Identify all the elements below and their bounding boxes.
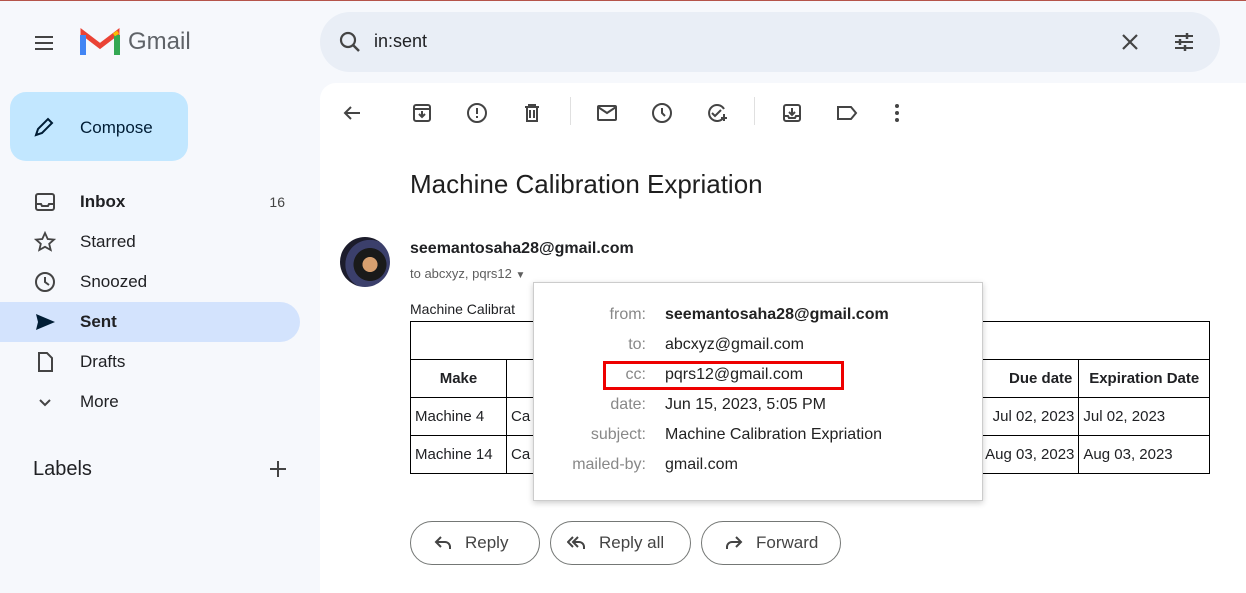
detail-mailed-by: mailed-by: gmail.com [572,456,738,473]
sidebar-item-inbox[interactable]: Inbox 16 [0,182,300,222]
reply-all-button[interactable]: Reply all [550,521,691,565]
sidebar-item-drafts[interactable]: Drafts [0,342,300,382]
move-to-icon[interactable] [780,101,804,125]
header-make: Make [410,359,507,398]
header-due-date: Due date [980,359,1080,398]
reply-all-icon [567,536,585,549]
sidebar-item-label: Starred [80,232,136,251]
app-name: Gmail [128,28,191,55]
sidebar-item-more[interactable]: More [0,382,300,422]
cell-make: Machine 14 [410,435,507,474]
sender-email: seemantosaha28@gmail.com [410,240,634,257]
archive-icon[interactable] [410,101,434,125]
sidebar-item-starred[interactable]: Starred [0,222,300,262]
search-icon[interactable] [338,30,362,54]
gmail-m-icon [80,27,120,55]
cell-expiration-date: Jul 02, 2023 [1078,397,1210,436]
clock-icon [35,272,55,292]
reply-button[interactable]: Reply [410,521,540,565]
chevron-down-icon [39,399,51,407]
forward-icon [726,536,743,549]
pencil-icon [34,117,54,137]
forward-button[interactable]: Forward [701,521,841,565]
sidebar-item-sent[interactable]: Sent [0,302,300,342]
header-expiration-date: Expiration Date [1078,359,1210,398]
label-icon[interactable] [835,101,859,125]
delete-icon[interactable] [520,101,544,125]
add-to-tasks-icon[interactable] [705,101,729,125]
inbox-icon [35,193,55,211]
recipients-summary[interactable]: to abcxyz, pqrs12 ▼ [410,266,525,281]
cell-expiration-date: Aug 03, 2023 [1078,435,1210,474]
back-arrow-icon[interactable] [340,101,364,125]
detail-from: from: seemantosaha28@gmail.com [609,306,889,323]
reply-icon [434,536,451,549]
detail-subject: subject: Machine Calibration Expriation [590,426,882,443]
cc-highlight-box [603,361,844,390]
sidebar-item-label: Inbox [80,192,126,211]
cell-make: Machine 4 [410,397,507,436]
cell-due-date: Jul 02, 2023 [980,397,1080,436]
reply-label: Reply [465,533,509,552]
forward-label: Forward [756,533,819,552]
add-label-icon[interactable] [266,457,290,481]
sidebar-item-label: Snoozed [80,272,148,291]
compose-label: Compose [80,118,153,137]
mark-unread-icon[interactable] [595,101,619,125]
detail-to: to: abcxyz@gmail.com [628,336,804,353]
cell-due-date: Aug 03, 2023 [980,435,1080,474]
more-vert-icon[interactable] [885,101,909,125]
message-details-popup: from: seemantosaha28@gmail.com to: abcxyz@… [533,282,983,501]
sidebar-item-label: Sent [80,312,117,331]
report-spam-icon[interactable] [465,101,489,125]
search-options-icon[interactable] [1172,30,1196,54]
compose-button[interactable]: Compose [10,92,188,161]
reply-all-label: Reply all [599,533,665,552]
file-icon [38,352,53,372]
search-bar[interactable]: in:sent [320,12,1220,72]
email-subject: Machine Calibration Expriation [410,169,763,199]
snooze-icon[interactable] [650,101,674,125]
email-body-intro: Machine Calibrat [410,301,516,317]
labels-heading: Labels [33,458,92,480]
star-icon [34,231,56,252]
sidebar-item-label: Drafts [80,352,126,371]
sidebar-item-snoozed[interactable]: Snoozed [0,262,300,302]
toolbar-divider [570,97,571,125]
detail-date: date: Jun 15, 2023, 5:05 PM [610,396,826,413]
main-menu-icon[interactable] [30,29,58,57]
sidebar-item-label: More [80,392,119,411]
toolbar-divider [754,97,755,125]
clear-search-icon[interactable] [1118,30,1142,54]
inbox-count: 16 [269,194,285,210]
search-input[interactable]: in:sent [374,31,427,52]
recipients-text: to abcxyz, pqrs12 [410,266,512,281]
show-details-icon[interactable]: ▼ [516,270,526,281]
gmail-logo[interactable]: Gmail [80,27,191,57]
sender-avatar[interactable] [340,237,390,287]
send-icon [36,314,55,330]
